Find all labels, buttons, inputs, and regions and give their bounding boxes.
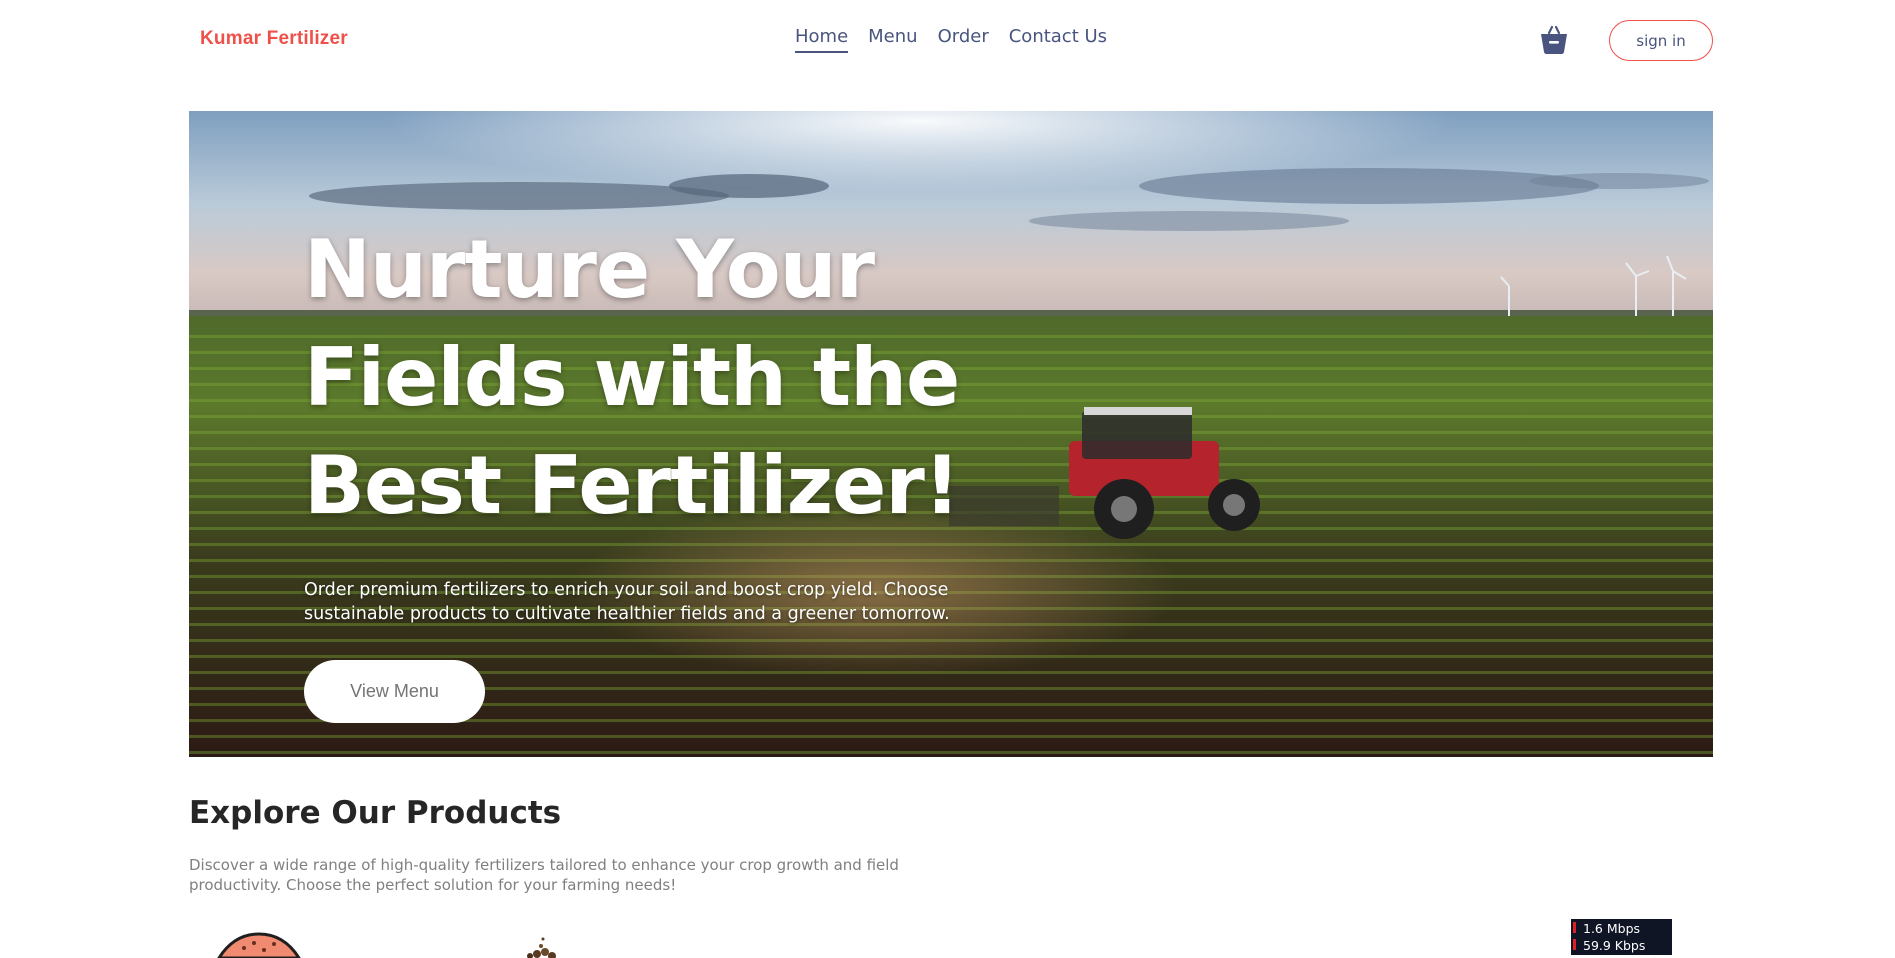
brand-logo[interactable]: Kumar Fertilizer <box>200 28 348 50</box>
product-image-3[interactable] <box>828 952 842 958</box>
download-arrow-icon <box>1573 922 1576 933</box>
site-header: Kumar Fertilizer Home Menu Order Contact… <box>0 0 1895 80</box>
explore-description: Discover a wide range of high-quality fe… <box>189 856 899 894</box>
main-nav: Home Menu Order Contact Us <box>795 26 1107 53</box>
nav-order[interactable]: Order <box>938 26 989 53</box>
nav-home[interactable]: Home <box>795 26 849 53</box>
hero-banner: Nurture Your Fields with the Best Fertil… <box>189 111 1713 757</box>
product-image-4[interactable] <box>1022 952 1036 958</box>
product-image-1[interactable] <box>214 932 304 958</box>
hero-title: Nurture Your Fields with the Best Fertil… <box>304 223 960 532</box>
basket-icon[interactable] <box>1538 24 1570 56</box>
hero-description: Order premium fertilizers to enrich your… <box>304 580 950 624</box>
download-speed: 1.6 Mbps <box>1583 921 1641 936</box>
product-image-2[interactable] <box>515 934 565 958</box>
hero-content: Nurture Your Fields with the Best Fertil… <box>304 216 1064 723</box>
view-menu-button[interactable]: View Menu <box>304 660 485 723</box>
nav-contact-us[interactable]: Contact Us <box>1009 26 1107 53</box>
nav-menu[interactable]: Menu <box>868 26 917 53</box>
upload-speed: 59.9 Kbps <box>1583 938 1646 953</box>
upload-arrow-icon <box>1573 939 1576 950</box>
sign-in-button[interactable]: sign in <box>1609 20 1713 61</box>
network-speed-widget: 1.6 Mbps 59.9 Kbps <box>1571 919 1672 955</box>
explore-title: Explore Our Products <box>189 795 562 831</box>
